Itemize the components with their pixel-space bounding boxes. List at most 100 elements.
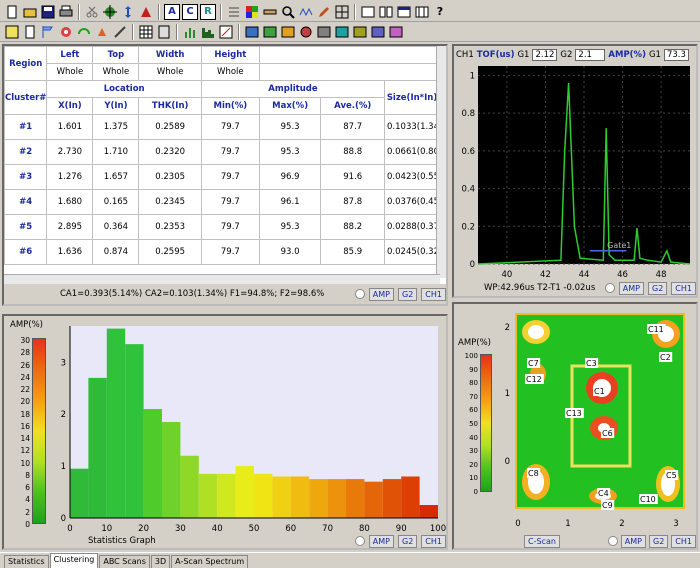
print-icon[interactable] xyxy=(58,4,74,20)
cscan-cluster-label[interactable]: C13 xyxy=(566,409,582,418)
cscan-map[interactable]: C11 C7 C3 C2 C12 C1 C13 C6 C8 C4 C9 C10 C5 0 1 2 3 2 1 0 xyxy=(498,306,694,534)
layout1-icon[interactable] xyxy=(360,4,376,20)
cscan-slider-knob[interactable] xyxy=(607,536,618,546)
view-c-icon[interactable] xyxy=(280,24,296,40)
cscan-x-tick: 3 xyxy=(673,519,678,529)
calc-icon[interactable] xyxy=(156,24,172,40)
ruler-flag-icon[interactable] xyxy=(40,24,56,40)
view-b-icon[interactable] xyxy=(262,24,278,40)
new-doc-icon[interactable] xyxy=(4,4,20,20)
hist-icon[interactable] xyxy=(200,24,216,40)
amp-g1-field[interactable]: 73.3 xyxy=(663,49,689,61)
g2-field[interactable]: 2.1 xyxy=(575,49,606,61)
cscan-cluster-label[interactable]: C1 xyxy=(594,387,605,396)
layout2-icon[interactable] xyxy=(378,4,394,20)
ascan-tab-g2[interactable]: G2 xyxy=(648,281,668,295)
pencil-icon[interactable] xyxy=(316,4,332,20)
tab-g2[interactable]: G2 xyxy=(398,287,418,301)
note-icon[interactable] xyxy=(4,24,20,40)
cscan-cluster-label[interactable]: C6 xyxy=(602,429,613,438)
palette-icon[interactable] xyxy=(244,4,260,20)
brush-icon[interactable] xyxy=(112,24,128,40)
cscan-cluster-label[interactable]: C8 xyxy=(528,469,539,478)
spiral-icon[interactable] xyxy=(58,24,74,40)
cscan-cluster-label[interactable]: C2 xyxy=(660,353,671,362)
trace-icon[interactable] xyxy=(298,4,314,20)
window-icon[interactable] xyxy=(396,4,412,20)
view-i-icon[interactable] xyxy=(388,24,404,40)
cscan-cluster-label[interactable]: C11 xyxy=(648,325,664,334)
arrow-icon[interactable] xyxy=(138,4,154,20)
tab-3d[interactable]: 3D xyxy=(150,555,171,568)
cscan-cluster-label[interactable]: C7 xyxy=(528,359,539,368)
grid-icon[interactable] xyxy=(334,4,350,20)
cscan-cluster-label[interactable]: C3 xyxy=(586,359,597,368)
table-vertical-scrollbar[interactable] xyxy=(436,46,446,278)
hist-legend-tick: 4 xyxy=(25,495,30,505)
open-folder-icon[interactable] xyxy=(22,4,38,20)
table-horizontal-scrollbar[interactable] xyxy=(4,274,440,284)
split-icon[interactable] xyxy=(414,4,430,20)
cscan-tab-g2[interactable]: G2 xyxy=(649,534,669,548)
view-d-icon[interactable] xyxy=(298,24,314,40)
view-f-icon[interactable] xyxy=(334,24,350,40)
view-e-icon[interactable] xyxy=(316,24,332,40)
tab-statistics[interactable]: Statistics xyxy=(4,555,49,568)
table-row[interactable]: #4 1.680 0.165 0.2345 79.7 96.1 87.8 0.0376(0.4… xyxy=(4,189,440,215)
g1-field[interactable]: 2.12 xyxy=(532,49,558,61)
cut-icon[interactable] xyxy=(84,4,100,20)
move-icon[interactable] xyxy=(120,4,136,20)
page-icon[interactable] xyxy=(22,24,38,40)
letter-a-icon[interactable]: A xyxy=(164,3,180,20)
table-row[interactable]: #1 1.601 1.375 0.2589 79.7 95.3 87.7 0.1033(1.3… xyxy=(4,114,440,140)
cscan-tab-ch1[interactable]: CH1 xyxy=(671,534,696,548)
cscan-cluster-label[interactable]: C10 xyxy=(640,495,656,504)
list-icon[interactable] xyxy=(226,4,242,20)
view-h-icon[interactable] xyxy=(370,24,386,40)
table-icon[interactable] xyxy=(138,24,154,40)
width-value[interactable]: Whole xyxy=(138,63,202,81)
zoom-icon[interactable] xyxy=(280,4,296,20)
letter-c-icon[interactable]: C xyxy=(182,3,198,20)
cscan-cluster-label[interactable]: C4 xyxy=(598,489,609,498)
statistics-histogram[interactable]: 0 10 20 30 40 50 60 70 80 90 100 0 1 2 3 xyxy=(54,318,446,536)
cscan-tab-amp[interactable]: AMP xyxy=(620,534,646,548)
tab-ascan-spectrum[interactable]: A-Scan Spectrum xyxy=(171,555,249,568)
height-value[interactable]: Whole xyxy=(200,63,260,81)
ascan-tab-ch1[interactable]: CH1 xyxy=(671,281,696,295)
recycle-icon[interactable] xyxy=(76,24,92,40)
ascan-tab-amp[interactable]: AMP xyxy=(618,281,644,295)
cscan-tab-cscan[interactable]: C-Scan xyxy=(524,534,560,548)
letter-r-icon[interactable]: R xyxy=(200,3,216,20)
save-icon[interactable] xyxy=(40,4,56,20)
table-row[interactable]: #6 1.636 0.874 0.2595 79.7 93.0 85.9 0.0245(0.3… xyxy=(4,239,440,265)
hist-tab-g2[interactable]: G2 xyxy=(398,534,418,548)
top-value[interactable]: Whole xyxy=(92,63,140,81)
table-row[interactable]: #3 1.276 1.657 0.2305 79.7 96.9 91.6 0.0423(0.5… xyxy=(4,164,440,190)
hist-slider-knob[interactable] xyxy=(354,536,365,546)
hist-tab-ch1[interactable]: CH1 xyxy=(421,534,446,548)
cscan-cluster-label[interactable]: C9 xyxy=(602,501,613,510)
tab-clustering[interactable]: Clustering xyxy=(49,553,99,568)
view-a-icon[interactable] xyxy=(244,24,260,40)
ruler-icon[interactable] xyxy=(262,4,278,20)
tab-abc-scans[interactable]: ABC Scans xyxy=(99,555,150,568)
edit-table-icon[interactable] xyxy=(218,24,234,40)
crosshair-icon[interactable] xyxy=(102,4,118,20)
table-row[interactable]: #5 2.895 0.364 0.2353 79.7 95.3 88.2 0.0288(0.3… xyxy=(4,214,440,240)
view-g-icon[interactable] xyxy=(352,24,368,40)
slider-knob[interactable] xyxy=(354,289,365,299)
fill-icon[interactable] xyxy=(94,24,110,40)
left-value[interactable]: Whole xyxy=(46,63,94,81)
table-row[interactable]: #2 2.730 1.710 0.2320 79.7 95.3 88.8 0.0661(0.8… xyxy=(4,139,440,165)
chart-icon[interactable] xyxy=(182,24,198,40)
ascan-chart[interactable]: 40 42 44 46 48 0 0.2 0.4 0.6 0.8 1 Gate1 xyxy=(454,64,696,282)
min-header: Min(%) xyxy=(200,97,260,115)
help-icon[interactable]: ? xyxy=(432,4,448,20)
cscan-cluster-label[interactable]: C12 xyxy=(526,375,542,384)
hist-tab-amp[interactable]: AMP xyxy=(368,534,394,548)
tab-amp[interactable]: AMP xyxy=(368,287,394,301)
tab-ch1[interactable]: CH1 xyxy=(421,287,446,301)
ascan-slider-knob[interactable] xyxy=(604,283,615,293)
cscan-cluster-label[interactable]: C5 xyxy=(666,471,677,480)
